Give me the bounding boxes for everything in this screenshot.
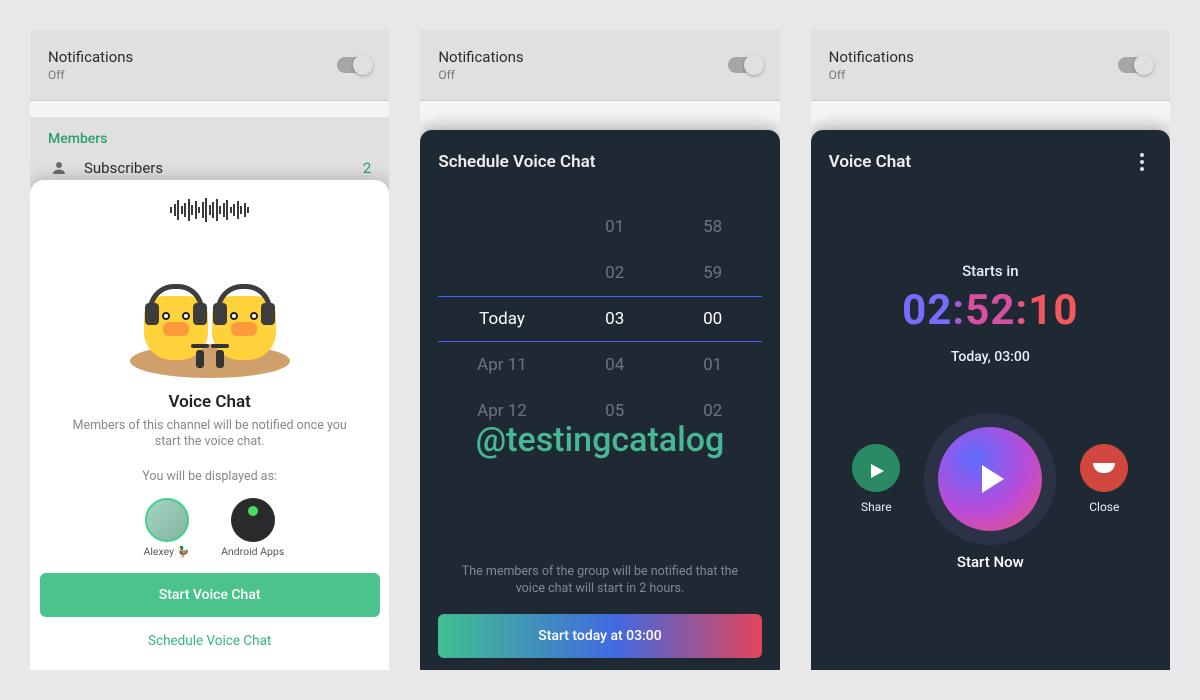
voice-chat-bottom-sheet: Voice Chat Members of this channel will … <box>30 180 389 670</box>
schedule-notice: The members of the group will be notifie… <box>438 564 761 598</box>
avatar-option-channel[interactable]: Android Apps <box>221 498 285 558</box>
close-label: Close <box>1089 500 1119 514</box>
avatar-options: Alexey 🦆 Android Apps <box>135 498 285 558</box>
notifications-state: Off <box>48 68 133 82</box>
schedule-cta-button[interactable]: Start today at 03:00 <box>438 614 761 658</box>
countdown-minutes: 52 <box>965 286 1015 335</box>
more-options-icon[interactable] <box>1132 153 1152 171</box>
picker-minute[interactable]: 01 <box>664 355 762 375</box>
notifications-row[interactable]: Notifications Off <box>30 30 389 101</box>
picker-date[interactable]: Apr 11 <box>438 355 565 375</box>
notifications-row[interactable]: Notifications Off <box>420 30 779 101</box>
picker-minute[interactable]: 58 <box>664 217 762 237</box>
notifications-toggle[interactable] <box>728 57 762 73</box>
picker-hour[interactable]: 03 <box>566 309 664 329</box>
countdown: 02:52:10 <box>829 286 1152 335</box>
notifications-text: Notifications Off <box>48 48 133 82</box>
picker-date[interactable]: Today <box>438 309 565 329</box>
start-now-label: Start Now <box>829 553 1152 571</box>
members-header: Members <box>48 131 371 147</box>
screen-voice-chat-countdown: Notifications Off Voice Chat Starts in 0… <box>811 30 1170 670</box>
picker-minute[interactable]: 00 <box>664 309 762 329</box>
notifications-row[interactable]: Notifications Off <box>811 30 1170 101</box>
share-button[interactable]: Share <box>852 444 900 514</box>
notifications-title: Notifications <box>829 48 914 66</box>
play-button[interactable] <box>938 427 1042 531</box>
picker-selected-row[interactable]: Today0300 <box>438 296 761 342</box>
scheduled-time-label: Today, 03:00 <box>829 349 1152 365</box>
notifications-title: Notifications <box>438 48 523 66</box>
start-voice-chat-button[interactable]: Start Voice Chat <box>40 573 380 617</box>
picker-hour[interactable]: 04 <box>566 355 664 375</box>
avatar-label: Alexey 🦆 <box>144 546 190 558</box>
schedule-bottom-sheet: Schedule Voice Chat 0158 0259 Today0300 … <box>420 130 779 670</box>
ducks-illustration <box>130 228 290 378</box>
voice-chat-controls: Share Close <box>829 427 1152 531</box>
subscribers-label: Subscribers <box>84 159 363 177</box>
screen-start-voice-chat: Notifications Off Members Subscribers 2 <box>30 30 389 670</box>
starts-in-label: Starts in <box>829 262 1152 280</box>
notifications-toggle[interactable] <box>1118 57 1152 73</box>
schedule-title: Schedule Voice Chat <box>438 152 761 172</box>
displayed-as-label: You will be displayed as: <box>142 469 277 484</box>
sheet-title: Voice Chat <box>168 392 250 412</box>
notifications-toggle[interactable] <box>337 57 371 73</box>
share-icon <box>852 444 900 492</box>
countdown-seconds: 10 <box>1028 286 1078 335</box>
picker-hour[interactable]: 02 <box>566 263 664 283</box>
notifications-state: Off <box>829 68 914 82</box>
datetime-picker[interactable]: 0158 0259 Today0300 Apr 110401 Apr 12050… <box>438 204 761 434</box>
panel-title: Voice Chat <box>829 152 911 172</box>
subscribers-count: 2 <box>363 159 371 177</box>
avatar-image <box>231 498 275 542</box>
picker-date[interactable]: Apr 12 <box>438 401 565 421</box>
avatar-option-user[interactable]: Alexey 🦆 <box>135 498 199 558</box>
hangup-icon <box>1080 444 1128 492</box>
picker-minute[interactable]: 02 <box>664 401 762 421</box>
picker-hour[interactable]: 05 <box>566 401 664 421</box>
schedule-voice-chat-link[interactable]: Schedule Voice Chat <box>148 633 271 649</box>
avatar-label: Android Apps <box>221 546 284 558</box>
screen-schedule-voice-chat: Notifications Off Schedule Voice Chat 01… <box>420 30 779 670</box>
notifications-state: Off <box>438 68 523 82</box>
waveform-icon <box>150 198 270 222</box>
picker-minute[interactable]: 59 <box>664 263 762 283</box>
notifications-title: Notifications <box>48 48 133 66</box>
close-button[interactable]: Close <box>1080 444 1128 514</box>
countdown-hours: 02 <box>902 286 952 335</box>
share-label: Share <box>861 500 892 514</box>
notifications-text: Notifications Off <box>829 48 914 82</box>
avatar-image <box>145 498 189 542</box>
voice-chat-panel: Voice Chat Starts in 02:52:10 Today, 03:… <box>811 130 1170 670</box>
sheet-description: Members of this channel will be notified… <box>40 418 379 451</box>
person-icon <box>48 159 70 177</box>
picker-hour[interactable]: 01 <box>566 217 664 237</box>
play-icon <box>982 465 1004 493</box>
notifications-text: Notifications Off <box>438 48 523 82</box>
